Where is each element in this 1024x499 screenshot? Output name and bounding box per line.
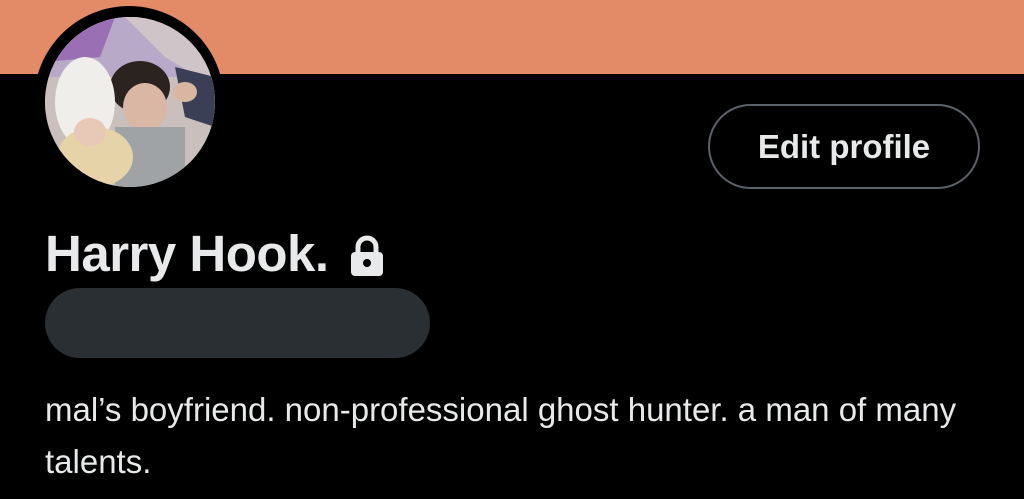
profile-page: Edit profile Harry Hook. mal’s boyfriend… bbox=[0, 0, 1024, 499]
profile-bio: mal’s boyfriend. non-professional ghost … bbox=[45, 391, 957, 480]
display-name: Harry Hook. bbox=[45, 225, 329, 282]
edit-profile-button[interactable]: Edit profile bbox=[708, 104, 980, 189]
avatar[interactable] bbox=[45, 17, 215, 187]
lock-icon bbox=[350, 235, 383, 276]
name-row: Harry Hook. bbox=[45, 222, 389, 286]
avatar-photo bbox=[45, 17, 215, 187]
username-redaction bbox=[45, 288, 430, 358]
